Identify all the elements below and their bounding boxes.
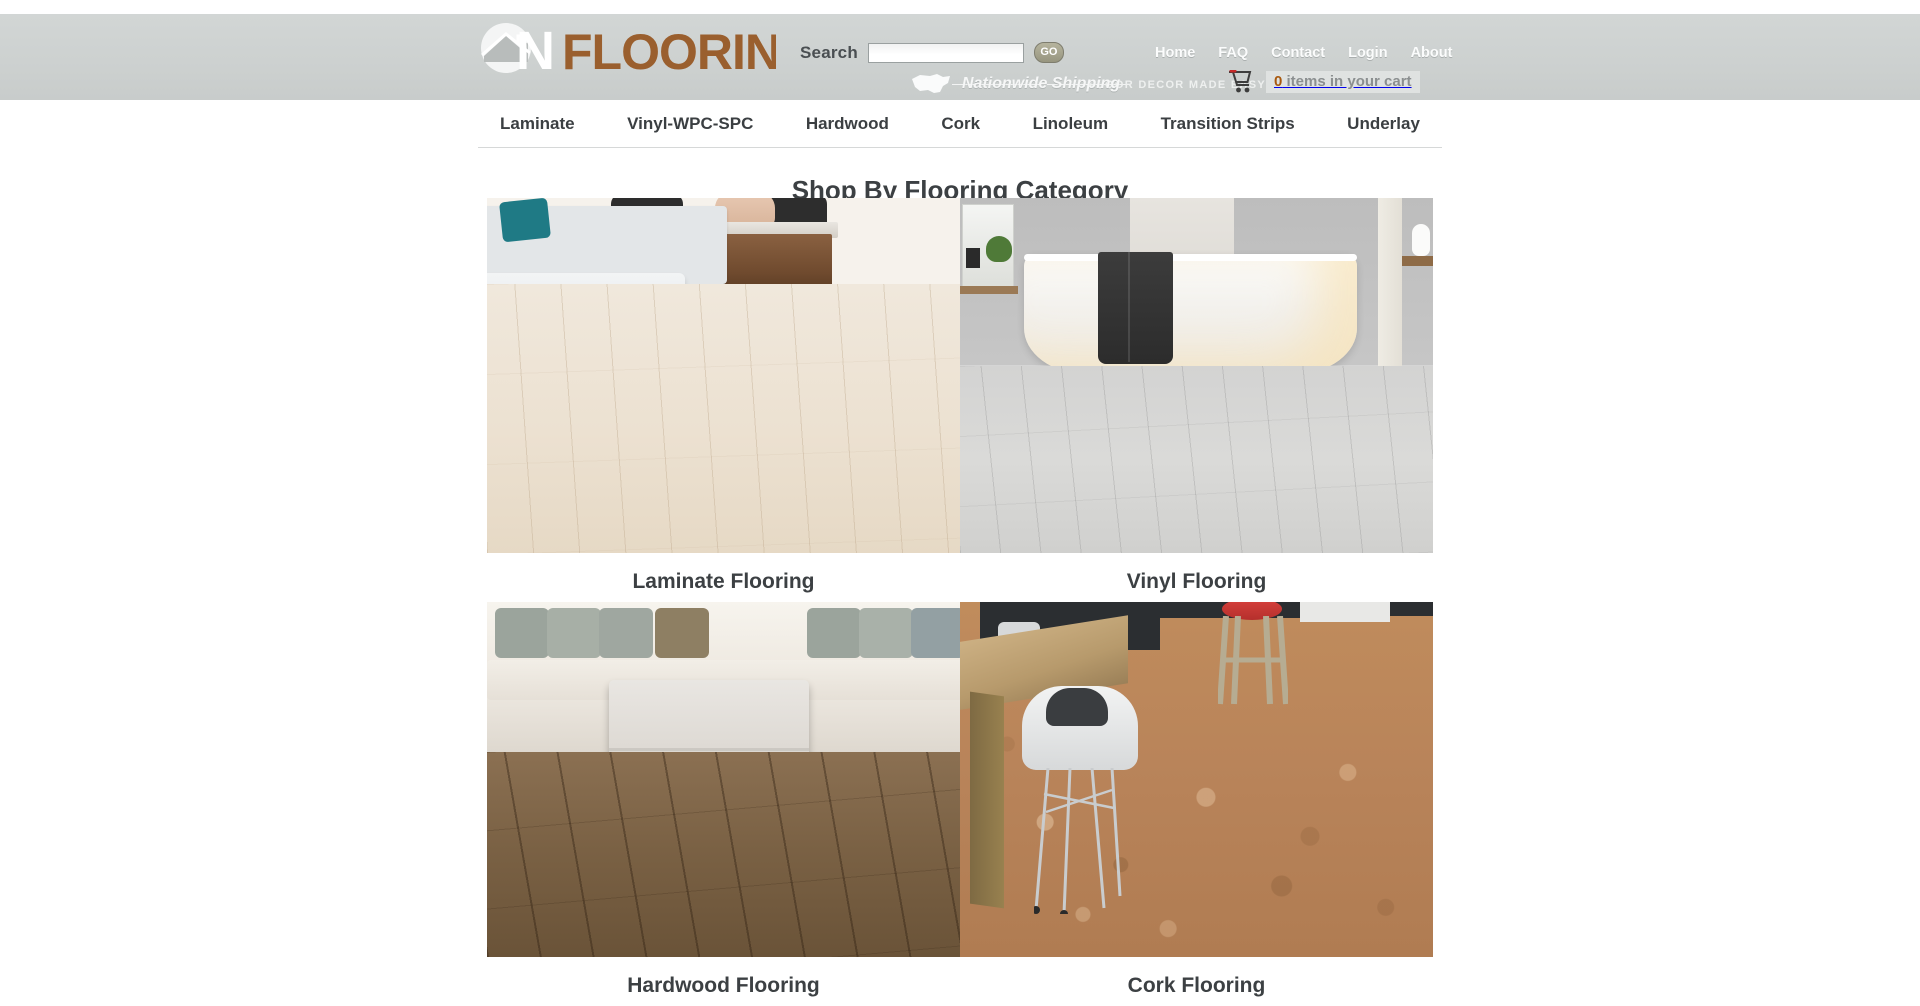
nav-item-underlay[interactable]: Underlay	[1347, 114, 1420, 134]
top-nav-item-home[interactable]: Home	[1155, 45, 1195, 61]
top-nav-item-faq[interactable]: FAQ	[1218, 45, 1248, 61]
category-card-cork[interactable]: Cork Flooring	[960, 602, 1433, 1006]
category-navigation: Laminate Vinyl-WPC-SPC Hardwood Cork Lin…	[478, 100, 1442, 148]
nav-item-hardwood[interactable]: Hardwood	[806, 114, 889, 134]
svg-text:FLOORING: FLOORING	[562, 24, 776, 74]
category-card-laminate[interactable]: Laminate Flooring	[487, 198, 960, 602]
search-label: Search	[800, 42, 858, 62]
category-row-bottom: Hardwood Flooring Cork Flooring	[487, 602, 1433, 1006]
top-nav-item-about[interactable]: About	[1411, 45, 1453, 61]
nationwide-shipping-banner: Nationwide Shipping	[910, 71, 1120, 97]
category-image-cork[interactable]	[960, 602, 1433, 957]
category-label-cork[interactable]: Cork Flooring	[960, 957, 1433, 1006]
category-label-hardwood[interactable]: Hardwood Flooring	[487, 957, 960, 1006]
category-image-hardwood[interactable]	[487, 602, 960, 957]
nav-item-transition-strips[interactable]: Transition Strips	[1161, 114, 1295, 134]
cart-link[interactable]: 0 items in your cart	[1228, 70, 1420, 94]
cart-items-label: items in your cart	[1286, 73, 1412, 90]
search-bar: Search GO	[800, 42, 1064, 63]
stool-legs-shape	[1218, 616, 1288, 705]
shopping-cart-icon	[1229, 70, 1252, 93]
svg-text:N: N	[516, 22, 554, 74]
cart-summary: 0 items in your cart	[1266, 71, 1420, 93]
category-grid: Laminate Flooring Vinyl Flooring Hardwoo…	[487, 198, 1433, 1006]
nav-item-vinyl-wpc-spc[interactable]: Vinyl-WPC-SPC	[627, 114, 753, 134]
site-header: N FLOORING FLOOR DECOR MADE EASY Search …	[0, 14, 1920, 100]
top-navigation: Home FAQ Contact Login About	[1155, 45, 1452, 61]
chair-wire-legs-shape	[1034, 768, 1122, 914]
nav-item-cork[interactable]: Cork	[941, 114, 980, 134]
shipping-text: Nationwide Shipping	[962, 75, 1121, 92]
category-image-vinyl[interactable]	[960, 198, 1433, 553]
category-label-laminate[interactable]: Laminate Flooring	[487, 553, 960, 602]
nav-item-linoleum[interactable]: Linoleum	[1033, 114, 1109, 134]
search-go-button[interactable]: GO	[1033, 42, 1064, 63]
category-card-vinyl[interactable]: Vinyl Flooring	[960, 198, 1433, 602]
top-nav-item-login[interactable]: Login	[1348, 45, 1387, 61]
nav-item-laminate[interactable]: Laminate	[500, 114, 575, 134]
category-image-laminate[interactable]	[487, 198, 960, 553]
site-logo[interactable]: N FLOORING FLOOR DECOR MADE EASY	[476, 16, 1265, 91]
category-row-top: Laminate Flooring Vinyl Flooring	[487, 198, 1433, 602]
top-nav-item-contact[interactable]: Contact	[1271, 45, 1325, 61]
usa-map-icon	[912, 74, 950, 93]
category-card-hardwood[interactable]: Hardwood Flooring	[487, 602, 960, 1006]
house-circle-logo-icon: N FLOORING	[481, 22, 776, 74]
category-label-vinyl[interactable]: Vinyl Flooring	[960, 553, 1433, 602]
search-input[interactable]	[867, 42, 1024, 63]
